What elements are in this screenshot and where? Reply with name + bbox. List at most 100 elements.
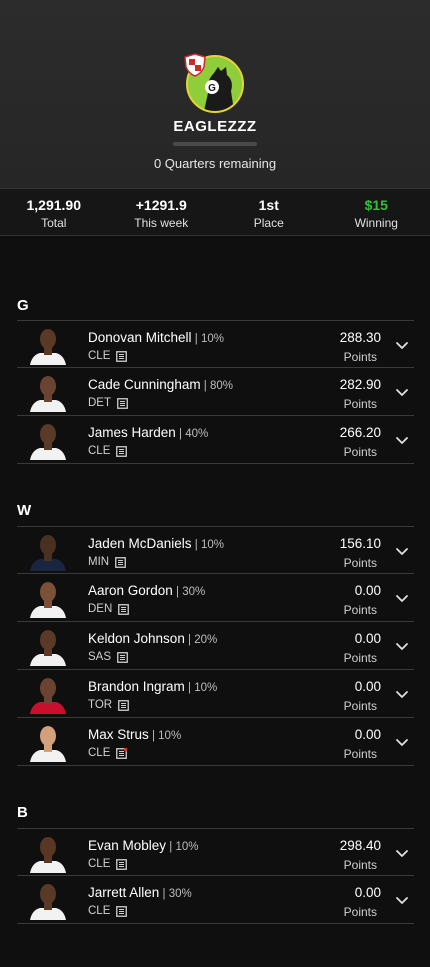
roster-percentage: 30%	[182, 586, 206, 598]
player-photo-icon	[30, 837, 66, 873]
chevron-down-icon[interactable]	[394, 734, 410, 750]
chevron-down-icon[interactable]	[394, 686, 410, 702]
player-name-line[interactable]: Jaden McDaniels | 10%	[88, 536, 224, 551]
stats-bar: 1,291.90 Total +1291.9 This week 1st Pla…	[0, 188, 430, 236]
team-avatar[interactable]: G	[184, 53, 244, 113]
player-row[interactable]: Donovan Mitchell | 10% CLE 288.30 Points	[17, 320, 414, 368]
player-name-line[interactable]: Max Strus | 10%	[88, 727, 181, 742]
player-row[interactable]: Cade Cunningham | 80% DET 282.90 Points	[17, 368, 414, 416]
player-photo-icon	[30, 424, 66, 460]
player-team: CLE	[88, 905, 111, 917]
player-name: Evan Mobley	[88, 838, 167, 853]
player-name: Donovan Mitchell	[88, 330, 192, 345]
chevron-down-icon[interactable]	[394, 543, 410, 559]
player-team: TOR	[88, 699, 113, 711]
player-row[interactable]: Jarrett Allen | 30% CLE 0.00 Points	[17, 876, 414, 924]
news-icon[interactable]	[118, 699, 129, 711]
player-name: Aaron Gordon	[88, 583, 173, 598]
points-label: Points	[343, 556, 377, 570]
stat-label: Winning	[354, 216, 398, 230]
player-name-line[interactable]: Evan Mobley | 10%	[88, 838, 198, 853]
player-team: DEN	[88, 603, 113, 615]
chevron-down-icon[interactable]	[394, 384, 410, 400]
chevron-down-icon[interactable]	[394, 337, 410, 353]
news-icon[interactable]	[116, 350, 128, 362]
news-icon[interactable]	[117, 651, 128, 663]
stat-value: 1,291.90	[26, 197, 82, 213]
player-headshot	[26, 325, 70, 365]
player-photo-icon	[30, 376, 66, 412]
news-icon[interactable]	[115, 556, 126, 568]
player-photo-icon	[30, 535, 66, 571]
player-headshot	[26, 420, 70, 460]
player-photo-icon	[30, 884, 66, 920]
team-line: SAS	[88, 651, 128, 663]
player-row[interactable]: James Harden | 40% CLE 266.20 Points	[17, 416, 414, 464]
chevron-down-icon[interactable]	[394, 590, 410, 606]
player-points: 288.30	[339, 330, 381, 345]
news-icon[interactable]	[116, 445, 128, 457]
player-name-line[interactable]: Donovan Mitchell | 10%	[88, 330, 224, 345]
player-name-line[interactable]: Keldon Johnson | 20%	[88, 631, 217, 646]
roster-percentage: 10%	[158, 730, 182, 742]
player-row[interactable]: Brandon Ingram | 10% TOR 0.00 Points	[17, 670, 414, 718]
player-name: Brandon Ingram	[88, 679, 185, 694]
player-row[interactable]: Evan Mobley | 10% CLE 298.40 Points	[17, 828, 414, 876]
points-label: Points	[343, 905, 377, 919]
separator: |	[200, 380, 210, 392]
player-team: MIN	[88, 556, 110, 568]
player-team: SAS	[88, 651, 112, 663]
player-row[interactable]: Keldon Johnson | 20% SAS 0.00 Points	[17, 622, 414, 670]
news-icon[interactable]	[116, 858, 128, 870]
player-photo-icon	[30, 329, 66, 365]
team-line: DEN	[88, 603, 130, 615]
player-team: DET	[88, 397, 111, 409]
stat-value: +1291.9	[135, 197, 187, 213]
news-icon[interactable]	[117, 397, 128, 409]
chevron-down-icon[interactable]	[394, 638, 410, 654]
player-row[interactable]: Aaron Gordon | 30% DEN 0.00 Points	[17, 574, 414, 622]
player-team: CLE	[88, 747, 111, 759]
player-row[interactable]: Max Strus | 10% CLE 0.00 Points	[17, 718, 414, 766]
player-row[interactable]: Jaden McDaniels | 10% MIN 156.10 Points	[17, 526, 414, 574]
news-icon[interactable]	[116, 747, 129, 759]
news-icon[interactable]	[116, 905, 128, 917]
roster-percentage: 10%	[200, 333, 224, 345]
player-name-line[interactable]: Cade Cunningham | 80%	[88, 377, 233, 392]
player-name-line[interactable]: James Harden | 40%	[88, 425, 208, 440]
player-name-line[interactable]: Jarrett Allen | 30%	[88, 885, 192, 900]
points-label: Points	[343, 858, 377, 872]
team-line: CLE	[88, 350, 128, 362]
news-icon[interactable]	[118, 603, 130, 615]
avatar-letter: G	[208, 83, 216, 94]
team-line: CLE	[88, 747, 129, 759]
player-headshot	[26, 578, 70, 618]
player-photo-icon	[30, 726, 66, 762]
player-points: 0.00	[354, 583, 381, 598]
stat-total: 1,291.90 Total	[0, 189, 108, 235]
player-team: CLE	[88, 445, 111, 457]
points-label: Points	[343, 651, 377, 665]
section-label: B	[17, 804, 28, 821]
player-name: Keldon Johnson	[88, 631, 185, 646]
roster-percentage: 10%	[194, 682, 218, 694]
player-points: 266.20	[339, 425, 381, 440]
chevron-down-icon[interactable]	[394, 892, 410, 908]
player-photo-icon	[30, 582, 66, 618]
team-line: DET	[88, 397, 128, 409]
roster-percentage: 80%	[209, 380, 233, 392]
player-name-line[interactable]: Aaron Gordon | 30%	[88, 583, 205, 598]
chevron-down-icon[interactable]	[394, 845, 410, 861]
team-line: CLE	[88, 858, 128, 870]
player-name-line[interactable]: Brandon Ingram | 10%	[88, 679, 217, 694]
separator: |	[184, 634, 195, 646]
roster-percentage: 10%	[200, 539, 224, 551]
player-headshot	[26, 880, 70, 920]
player-points: 298.40	[339, 838, 381, 853]
chevron-down-icon[interactable]	[394, 432, 410, 448]
player-points: 0.00	[354, 631, 381, 646]
points-label: Points	[343, 603, 377, 617]
stat-place: 1st Place	[215, 189, 323, 235]
progress-bar	[173, 142, 257, 146]
team-line: CLE	[88, 445, 128, 457]
